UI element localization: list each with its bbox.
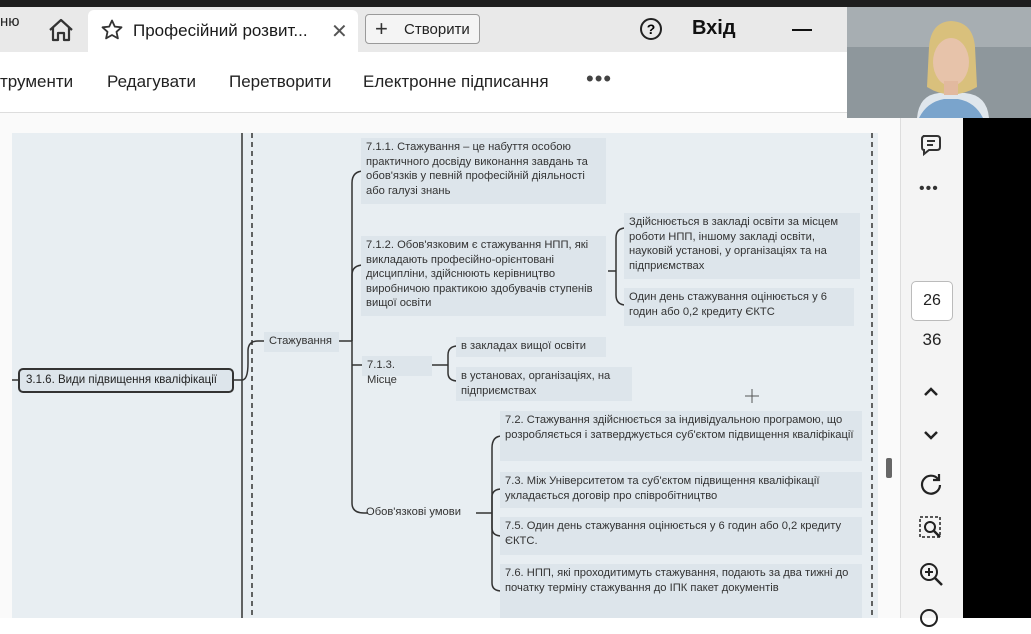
node-7-1-3[interactable]: 7.1.3. Місце <box>362 356 432 386</box>
node-mandatory-conditions[interactable]: Обов'язкові умови <box>362 505 477 523</box>
chevron-up-icon[interactable] <box>917 378 945 406</box>
refresh-icon[interactable] <box>917 470 945 498</box>
node-7-1-1[interactable]: 7.1.1. Стажування – це набуття особою пр… <box>361 138 606 204</box>
menu-edit[interactable]: Редагувати <box>107 72 196 92</box>
menu-tools[interactable]: трументи <box>0 72 73 92</box>
star-icon[interactable] <box>100 18 124 42</box>
node-7-1-3-universities[interactable]: в закладах вищої освіти <box>456 337 606 357</box>
plus-icon: + <box>375 16 388 41</box>
help-icon[interactable]: ? <box>640 18 662 40</box>
home-icon[interactable] <box>47 17 75 43</box>
node-7-3[interactable]: 7.3. Між Університетом та суб'єктом підв… <box>500 472 862 508</box>
comment-icon[interactable] <box>917 131 945 159</box>
current-page-input[interactable]: 26 <box>911 281 953 321</box>
minimize-icon[interactable] <box>792 29 812 31</box>
scrollbar-thumb[interactable] <box>886 458 892 478</box>
chevron-down-icon[interactable] <box>917 421 945 449</box>
right-sidebar: ••• 26 36 <box>900 118 963 627</box>
node-7-1-2-credit[interactable]: Один день стажування оцінюється у 6 годи… <box>624 288 854 326</box>
create-button-label: Створити <box>404 21 470 38</box>
node-7-6[interactable]: 7.6. НПП, які проходитимуть стажування, … <box>500 564 862 618</box>
node-7-5[interactable]: 7.5. Один день стажування оцінюється у 6… <box>500 517 862 555</box>
window-top-strip <box>0 0 1031 7</box>
total-pages: 36 <box>922 330 942 349</box>
menu-e-sign[interactable]: Електронне підписання <box>363 72 549 92</box>
active-tab[interactable]: Професійний розвит... ✕ <box>88 10 358 52</box>
zoom-region-icon[interactable] <box>917 514 945 542</box>
more-options-icon[interactable]: ••• <box>586 66 612 92</box>
zoom-out-icon[interactable] <box>917 606 945 634</box>
close-icon[interactable]: ✕ <box>331 19 348 44</box>
tab-title: Професійний розвит... <box>133 21 308 40</box>
node-7-2[interactable]: 7.2. Стажування здійснюється за індивіду… <box>500 411 862 461</box>
mindmap-page: 3.1.6. Види підвищення кваліфікації Стаж… <box>12 133 878 618</box>
prev-tab-label[interactable]: ню <box>0 13 20 30</box>
node-7-1-2-place[interactable]: Здійснюється в закладі освіти за місцем … <box>624 213 860 279</box>
more-icon[interactable]: ••• <box>919 180 939 198</box>
zoom-in-icon[interactable] <box>917 560 945 588</box>
webcam-video <box>847 7 1031 118</box>
create-button[interactable]: + Створити <box>365 14 480 44</box>
move-cursor-icon <box>745 389 759 403</box>
menu-convert[interactable]: Перетворити <box>229 72 331 92</box>
node-7-1-3-organizations[interactable]: в установах, організаціях, на підприємст… <box>456 367 632 401</box>
node-internship[interactable]: Стажування <box>264 332 339 352</box>
login-button[interactable]: Вхід <box>692 17 736 40</box>
video-panel-background <box>963 118 1031 618</box>
node-7-1-2[interactable]: 7.1.2. Обов'язковим є стажування НПП, як… <box>361 236 606 316</box>
document-toolbar: трументи Редагувати Перетворити Електрон… <box>0 52 900 113</box>
participant-avatar <box>847 7 1031 118</box>
mindmap-root-node[interactable]: 3.1.6. Види підвищення кваліфікації <box>18 368 234 393</box>
